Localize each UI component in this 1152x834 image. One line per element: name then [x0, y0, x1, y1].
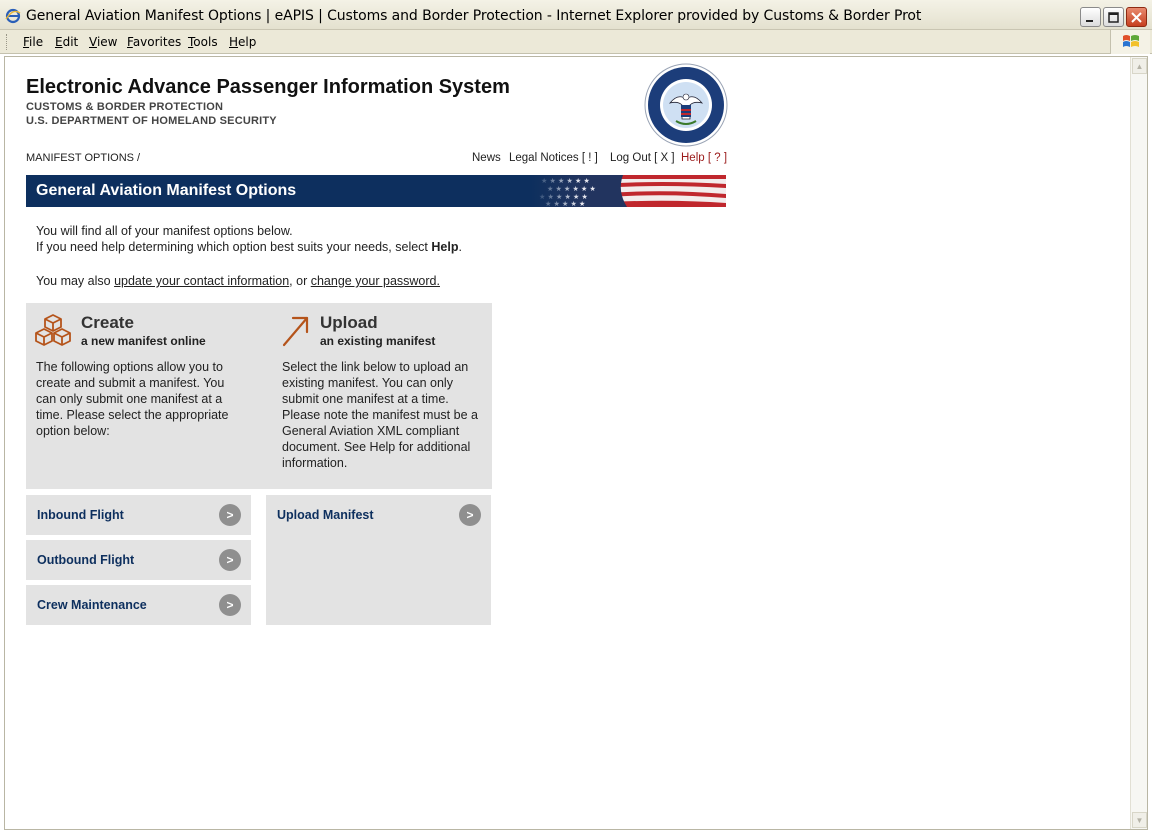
create-heading: Create a new manifest online	[81, 313, 206, 348]
toolbar-grip[interactable]	[6, 34, 9, 50]
account-links-text: You may also update your contact informa…	[36, 274, 440, 288]
go-arrow-icon: >	[219, 549, 241, 571]
menu-help[interactable]: Help	[229, 35, 256, 49]
upload-subtitle: an existing manifest	[320, 334, 436, 348]
site-subtitle-dhs: U.S. DEPARTMENT OF HOMELAND SECURITY	[26, 115, 277, 127]
windows-logo	[1110, 30, 1150, 54]
go-arrow-icon: >	[219, 594, 241, 616]
upload-manifest-button[interactable]: Upload Manifest >	[266, 495, 491, 535]
title-bar: General Aviation Manifest Options | eAPI…	[0, 0, 1152, 30]
menu-view[interactable]: View	[89, 35, 117, 49]
intro-text: You will find all of your manifest optio…	[36, 223, 462, 255]
help-bold-text: Help	[431, 240, 459, 254]
change-password-link[interactable]: change your password.	[311, 274, 440, 288]
inbound-flight-button[interactable]: Inbound Flight >	[26, 495, 251, 535]
create-description: The following options allow you to creat…	[36, 360, 229, 438]
menu-favorites[interactable]: Favorites	[127, 35, 181, 49]
help-link[interactable]: Help [ ? ]	[681, 152, 727, 164]
go-arrow-icon: >	[219, 504, 241, 526]
cubes-icon	[35, 314, 71, 346]
page-title: General Aviation Manifest Options	[36, 182, 297, 199]
scroll-up-button[interactable]: ▲	[1132, 58, 1147, 74]
maximize-icon	[1108, 11, 1119, 23]
browser-viewport: Electronic Advance Passenger Information…	[4, 56, 1148, 830]
intro-line-2: If you need help determining which optio…	[36, 240, 462, 254]
upload-arrow-icon	[282, 316, 309, 347]
crew-maintenance-button[interactable]: Crew Maintenance >	[26, 585, 251, 625]
upload-heading: Upload an existing manifest	[320, 313, 435, 348]
upload-description: Select the link below to upload an exist…	[282, 360, 478, 470]
page-banner: General Aviation Manifest Options ★ ★ ★ …	[26, 175, 726, 207]
upload-manifest-box: Upload Manifest >	[266, 495, 491, 625]
manifest-options-panel: Create a new manifest online The followi…	[26, 303, 492, 489]
minimize-icon	[1086, 19, 1093, 22]
american-flag-image: ★ ★ ★ ★ ★ ★ ★ ★ ★ ★ ★ ★ ★ ★ ★ ★ ★ ★ ★ ★ …	[531, 175, 726, 207]
logout-link[interactable]: Log Out [ X ]	[610, 152, 675, 164]
crew-maintenance-label: Crew Maintenance	[37, 598, 147, 612]
site-title: Electronic Advance Passenger Information…	[26, 76, 510, 98]
minimize-button[interactable]	[1080, 7, 1101, 27]
windows-flag-icon	[1122, 35, 1139, 47]
vertical-scrollbar[interactable]: ▲ ▼	[1130, 57, 1147, 829]
window-title: General Aviation Manifest Options | eAPI…	[26, 8, 922, 24]
outbound-flight-button[interactable]: Outbound Flight >	[26, 540, 251, 580]
site-subtitle-cbp: CUSTOMS & BORDER PROTECTION	[26, 101, 224, 113]
menu-tools[interactable]: Tools	[188, 35, 218, 49]
upload-title: Upload	[320, 313, 378, 332]
internet-explorer-icon	[5, 8, 21, 24]
maximize-button[interactable]	[1103, 7, 1124, 27]
create-title: Create	[81, 313, 134, 332]
menu-edit[interactable]: Edit	[55, 35, 78, 49]
create-subtitle: a new manifest online	[81, 334, 206, 348]
upload-manifest-label: Upload Manifest	[277, 508, 374, 522]
close-button[interactable]	[1126, 7, 1147, 27]
go-arrow-icon: >	[459, 504, 481, 526]
breadcrumb: MANIFEST OPTIONS /	[26, 152, 141, 164]
legal-notices-link[interactable]: Legal Notices [ ! ]	[509, 152, 598, 164]
intro-line-1: You will find all of your manifest optio…	[36, 224, 293, 238]
close-icon	[1131, 11, 1142, 23]
dhs-seal-logo	[644, 63, 728, 147]
menu-file[interactable]: File	[23, 35, 43, 49]
inbound-flight-label: Inbound Flight	[37, 508, 124, 522]
outbound-flight-label: Outbound Flight	[37, 553, 135, 567]
news-link[interactable]: News	[472, 152, 501, 164]
scroll-down-button[interactable]: ▼	[1132, 812, 1147, 828]
menu-bar: File Edit View Favorites Tools Help	[0, 30, 1152, 54]
update-contact-link[interactable]: update your contact information	[114, 274, 289, 288]
